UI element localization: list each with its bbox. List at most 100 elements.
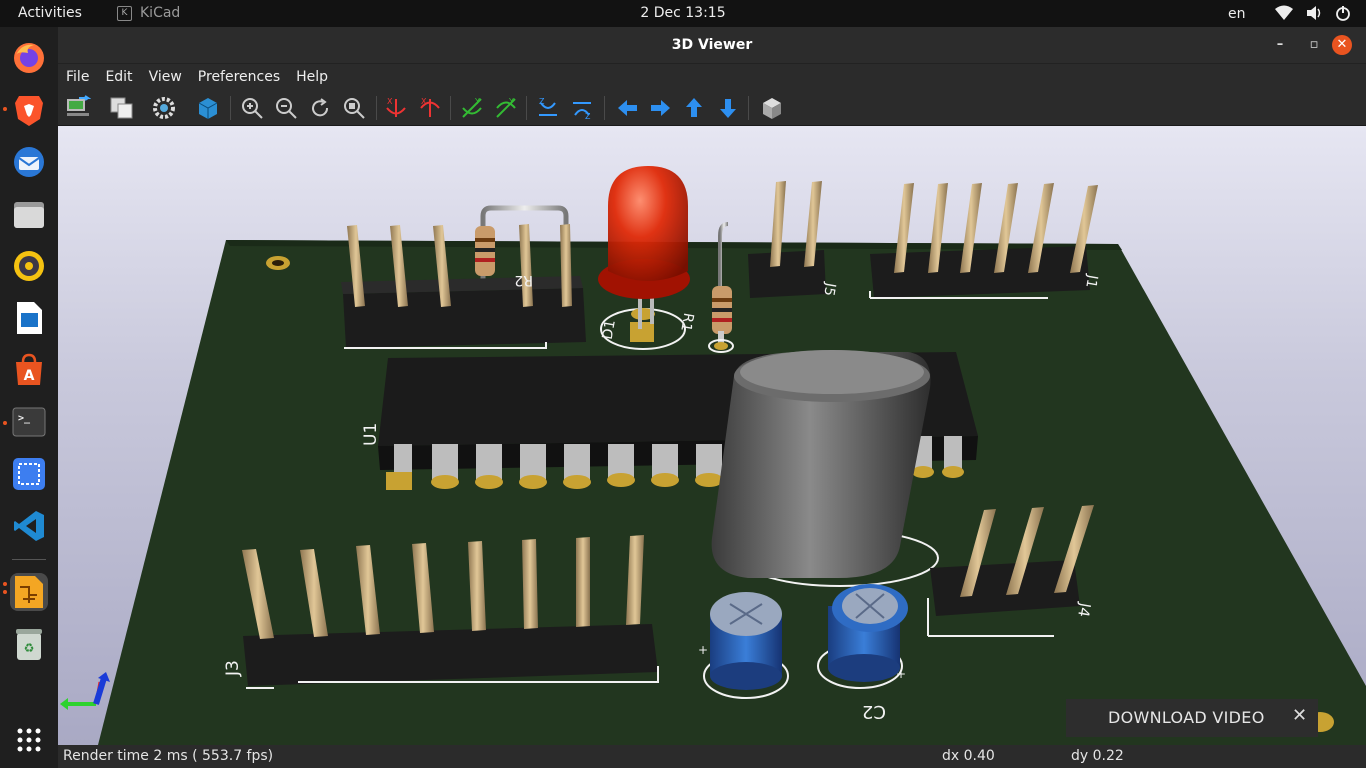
- active-app-name: KiCad: [140, 5, 181, 21]
- viewer-window: 3D Viewer – ▫ ✕ File Edit View Preferenc…: [58, 27, 1366, 768]
- running-indicator: [3, 590, 7, 594]
- svg-text:+: +: [896, 667, 906, 681]
- svg-text:X: X: [421, 97, 427, 106]
- rotate-z-ccw-icon[interactable]: Z: [568, 94, 596, 122]
- running-indicator: [3, 421, 7, 425]
- top-bar: Activities K KiCad 2 Dec 13:15 en: [0, 0, 1366, 27]
- title-bar[interactable]: 3D Viewer – ▫ ✕: [58, 27, 1366, 64]
- files-icon[interactable]: [10, 195, 48, 233]
- zoom-in-icon[interactable]: [238, 94, 266, 122]
- status-bar: Render time 2 ms ( 553.7 fps) dx 0.40 dy…: [58, 745, 1366, 768]
- silk-d1: D1: [600, 319, 619, 341]
- screenshot-icon[interactable]: [10, 455, 48, 493]
- rotate-x-cw-icon[interactable]: X: [382, 94, 410, 122]
- header-body: [343, 288, 586, 348]
- toolbar-separator: [748, 96, 749, 120]
- svg-text:♻: ♻: [24, 641, 35, 655]
- toolbar-separator: [230, 96, 231, 120]
- toolbar-separator: [450, 96, 451, 120]
- dy-readout: dy 0.22: [1071, 748, 1124, 764]
- language-indicator[interactable]: en: [1228, 6, 1246, 22]
- app-grid-icon[interactable]: [10, 721, 48, 759]
- firefox-icon[interactable]: [10, 39, 48, 77]
- led-body: [608, 166, 688, 281]
- menu-edit[interactable]: Edit: [97, 64, 140, 90]
- axis-gizmo: [60, 672, 110, 710]
- clock[interactable]: 2 Dec 13:15: [0, 5, 1366, 21]
- svg-text:Z: Z: [585, 112, 591, 121]
- u1-pin1-pad: [386, 472, 412, 490]
- zoom-out-icon[interactable]: [272, 94, 300, 122]
- copy-image-icon[interactable]: [108, 94, 136, 122]
- reload-board-icon[interactable]: [64, 94, 92, 122]
- thunderbird-icon[interactable]: [10, 143, 48, 181]
- svg-text:Z: Z: [539, 97, 545, 106]
- menu-file[interactable]: File: [58, 64, 97, 90]
- silk-j1: J1: [1082, 273, 1100, 290]
- toolbar-separator: [376, 96, 377, 120]
- running-indicator: [3, 582, 7, 586]
- svg-text:+: +: [698, 643, 708, 657]
- raytrace-icon[interactable]: [194, 94, 222, 122]
- maximize-button[interactable]: ▫: [1304, 35, 1324, 55]
- activities-button[interactable]: Activities: [18, 5, 82, 21]
- toolbar-separator: [604, 96, 605, 120]
- svg-text:>_: >_: [18, 413, 31, 424]
- silk-r1: R1: [677, 312, 696, 333]
- vscode-icon[interactable]: [10, 507, 48, 545]
- rotate-x-ccw-icon[interactable]: X: [416, 94, 444, 122]
- silk-r2: R2: [514, 272, 533, 288]
- pan-down-icon[interactable]: [714, 94, 742, 122]
- rotate-y-cw-icon[interactable]: Y: [458, 94, 486, 122]
- silk-c2: C2: [862, 701, 886, 722]
- system-tray[interactable]: [1275, 5, 1351, 21]
- view-cube-icon[interactable]: [758, 94, 786, 122]
- kicad-small-icon: K: [117, 5, 132, 21]
- redraw-icon[interactable]: [306, 94, 334, 122]
- terminal-icon[interactable]: >_: [10, 403, 48, 441]
- rotate-y-ccw-icon[interactable]: Y: [492, 94, 520, 122]
- minimize-button[interactable]: –: [1270, 35, 1290, 55]
- dx-readout: dx 0.40: [942, 748, 995, 764]
- menu-preferences[interactable]: Preferences: [190, 64, 288, 90]
- rhythmbox-icon[interactable]: [10, 247, 48, 285]
- 3d-viewport[interactable]: R2 D1 R1 J5 J1 U1 J3 J4 + + C2 DOWNLOAD …: [58, 126, 1366, 745]
- dock: A >_ ♻: [0, 27, 58, 768]
- dock-separator: [12, 559, 46, 560]
- toolbar: X X Y Y Z Z: [58, 90, 1366, 126]
- software-icon[interactable]: A: [10, 351, 48, 389]
- writer-icon[interactable]: [10, 299, 48, 337]
- pcb-render: R2 D1 R1 J5 J1 U1 J3 J4 + + C2: [60, 166, 1366, 745]
- close-popup-icon[interactable]: ✕: [1292, 705, 1307, 726]
- brave-icon[interactable]: [10, 91, 48, 129]
- render-settings-icon[interactable]: [150, 94, 178, 122]
- volume-icon: [1307, 6, 1321, 20]
- pan-left-icon[interactable]: [614, 94, 642, 122]
- rotate-z-cw-icon[interactable]: Z: [534, 94, 562, 122]
- svg-text:A: A: [24, 368, 35, 384]
- window-title: 3D Viewer: [671, 37, 753, 53]
- silk-j4: J4: [1074, 601, 1094, 619]
- active-app-indicator[interactable]: K KiCad: [117, 5, 180, 21]
- svg-text:X: X: [387, 97, 393, 106]
- wifi-icon: [1275, 5, 1293, 20]
- zoom-fit-icon[interactable]: [340, 94, 368, 122]
- render-time: Render time 2 ms ( 553.7 fps): [63, 748, 274, 764]
- pan-right-icon[interactable]: [646, 94, 674, 122]
- close-button[interactable]: ✕: [1332, 35, 1352, 55]
- trash-icon[interactable]: ♻: [10, 625, 48, 663]
- menu-bar: File Edit View Preferences Help: [58, 64, 1366, 90]
- silk-j5: J5: [820, 281, 838, 298]
- download-video-popup[interactable]: DOWNLOAD VIDEO ✕: [1066, 699, 1318, 737]
- silk-j3: J3: [223, 660, 243, 677]
- menu-view[interactable]: View: [141, 64, 190, 90]
- download-video-label[interactable]: DOWNLOAD VIDEO: [1108, 708, 1265, 727]
- svg-text:Y: Y: [474, 97, 480, 106]
- kicad-icon[interactable]: [10, 573, 48, 611]
- power-icon: [1336, 6, 1350, 21]
- svg-text:Y: Y: [508, 97, 514, 106]
- running-indicator: [3, 107, 7, 111]
- menu-help[interactable]: Help: [288, 64, 336, 90]
- toolbar-separator: [526, 96, 527, 120]
- pan-up-icon[interactable]: [680, 94, 708, 122]
